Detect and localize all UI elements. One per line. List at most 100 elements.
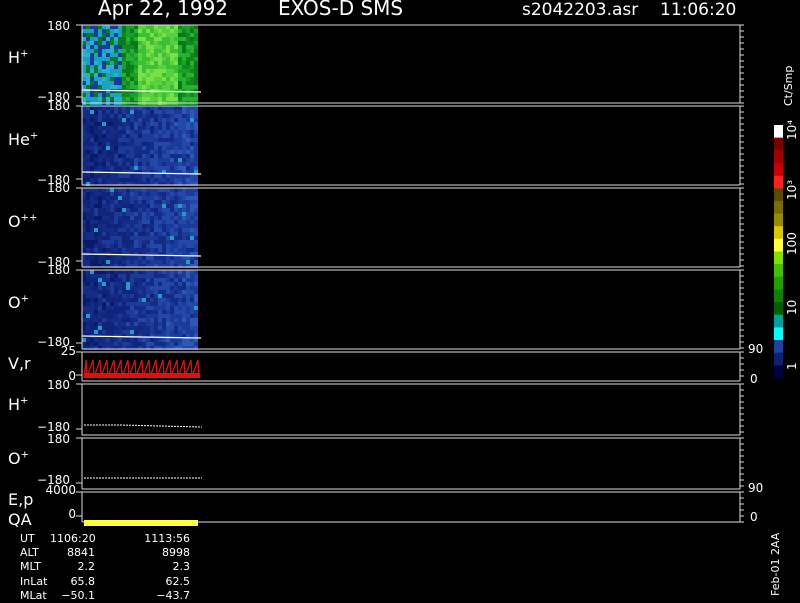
spectrogram-cell <box>82 122 86 126</box>
spectrogram-cell <box>170 49 174 53</box>
colorbar-segment <box>774 314 783 328</box>
spectrogram-cell <box>118 81 122 85</box>
spectrogram-cell <box>94 77 98 81</box>
spectrogram-cell <box>130 322 134 326</box>
spectrogram-cell <box>110 29 114 33</box>
spectrogram-cell <box>158 330 162 334</box>
spectrogram-cell <box>94 150 98 154</box>
spectrogram-cell <box>194 322 198 326</box>
spectrogram-cell <box>154 166 158 170</box>
spectrogram-cell <box>122 25 126 29</box>
spectrogram-cell <box>190 260 194 264</box>
axis-qa-right-bottom: 0 <box>750 510 758 524</box>
spectrogram-cell <box>166 150 170 154</box>
spectrogram-cell <box>158 122 162 126</box>
spectrogram-cell <box>150 126 154 130</box>
spectrogram-cell <box>150 216 154 220</box>
spectrogram-cell <box>146 130 150 134</box>
spectrogram-cell <box>102 110 106 114</box>
spectrogram-cell <box>142 220 146 224</box>
spectrogram-cell <box>90 338 94 342</box>
spectrogram-cell <box>190 196 194 200</box>
spectrogram-cell <box>178 188 182 192</box>
spectrogram-cell <box>194 114 198 118</box>
spectrogram-cell <box>166 338 170 342</box>
spectrogram-cell <box>82 342 86 346</box>
spectrogram-cell <box>134 134 138 138</box>
spectrogram-cell <box>154 342 158 346</box>
spectrogram-cell <box>162 93 166 97</box>
spectrogram-cell <box>194 232 198 236</box>
spectrogram-cell <box>86 188 90 192</box>
spectrogram-cell <box>162 110 166 114</box>
spectrogram-cell <box>150 53 154 57</box>
spectrogram-cell <box>126 57 130 61</box>
spectrogram-cell <box>94 73 98 77</box>
spectrogram-cell <box>102 302 106 306</box>
spectrogram-cell <box>94 208 98 212</box>
spectrogram-cell <box>182 224 186 228</box>
spectrogram-cell <box>158 110 162 114</box>
spectrogram-cell <box>178 310 182 314</box>
spectrogram-cell <box>150 110 154 114</box>
spectrogram-cell <box>106 326 110 330</box>
spectrogram-cell <box>178 330 182 334</box>
spectrogram-cell <box>118 138 122 142</box>
spectrogram-cell <box>166 318 170 322</box>
spectrogram-cell <box>154 286 158 290</box>
spectrogram-cell <box>134 61 138 65</box>
spectrogram-cell <box>118 106 122 110</box>
spectrogram-cell <box>166 29 170 33</box>
spectrogram-cell <box>114 212 118 216</box>
spectrogram-cell <box>158 49 162 53</box>
spectrogram-cell <box>170 162 174 166</box>
spectrogram-cell <box>98 150 102 154</box>
spectrogram-cell <box>98 61 102 65</box>
spectrogram-cell <box>82 41 86 45</box>
spectrogram-cell <box>162 318 166 322</box>
spectrogram-cell <box>114 122 118 126</box>
spectrogram-cell <box>186 208 190 212</box>
spectrogram-cell <box>178 298 182 302</box>
spectrogram-cell <box>142 130 146 134</box>
spectrogram-cell <box>146 232 150 236</box>
spectrogram-cell <box>186 138 190 142</box>
spectrogram-cell <box>106 97 110 101</box>
spectrogram-cell <box>102 178 106 182</box>
spectrogram-cell <box>186 122 190 126</box>
spectrogram-cell <box>174 114 178 118</box>
spectrogram-cell <box>110 256 114 260</box>
spectrogram-cell <box>118 240 122 244</box>
spectrogram-cell <box>94 326 98 330</box>
spectrogram-cell <box>166 69 170 73</box>
spectrogram-cell <box>118 154 122 158</box>
spectrogram-cell <box>182 330 186 334</box>
spectrogram-cell <box>114 188 118 192</box>
spectrogram-cell <box>106 57 110 61</box>
spectrogram-cell <box>182 274 186 278</box>
spectrogram-cell <box>142 228 146 232</box>
spectrogram-cell <box>118 286 122 290</box>
spectrogram-cell <box>102 240 106 244</box>
spectrogram-cell <box>150 338 154 342</box>
spectrogram-cell <box>178 236 182 240</box>
spectrogram-cell <box>146 310 150 314</box>
spectrogram-cell <box>134 224 138 228</box>
spectrogram-cell <box>178 220 182 224</box>
spectrogram-cell <box>98 106 102 110</box>
panel-label-ep: E,p <box>8 490 34 509</box>
spectrogram-cell <box>134 220 138 224</box>
spectrogram-cell <box>150 342 154 346</box>
spectrogram-cell <box>134 53 138 57</box>
spectrogram-cell <box>126 286 130 290</box>
spectrogram-cell <box>162 57 166 61</box>
spectrogram-cell <box>126 166 130 170</box>
spectrogram-cell <box>82 278 86 282</box>
spectrogram-cell <box>130 106 134 110</box>
spectrogram-cell <box>86 314 90 318</box>
spectrogram-cell <box>182 114 186 118</box>
spectrogram-cell <box>154 282 158 286</box>
spectrogram-cell <box>106 178 110 182</box>
spectrogram-cell <box>194 290 198 294</box>
spectrogram-cell <box>162 61 166 65</box>
